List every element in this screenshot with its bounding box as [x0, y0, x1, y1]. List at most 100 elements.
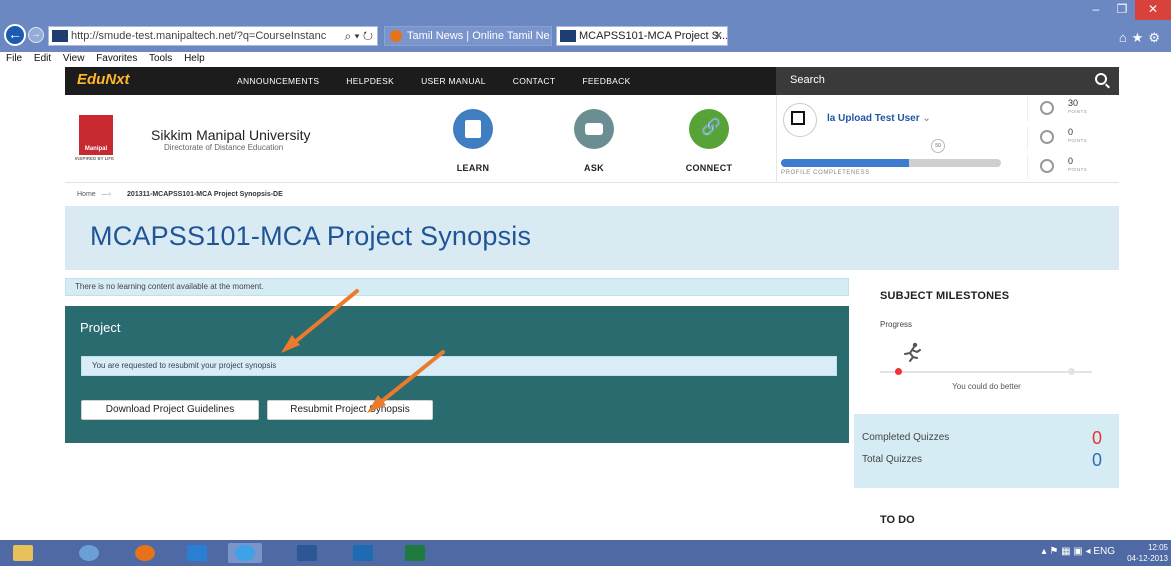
menu-tools[interactable]: Tools — [149, 53, 172, 64]
site-navbar: EduNxt ANNOUNCEMENTS HELPDESK USER MANUA… — [65, 67, 1119, 95]
runner-icon — [904, 342, 921, 362]
points-icon — [1040, 159, 1054, 173]
milestone-marker — [895, 368, 902, 375]
progress-label: Progress — [880, 320, 913, 329]
milestone-track — [880, 371, 1092, 373]
user-panel: la Upload Test User ⌄ 50 PROFILE COMPLET… — [776, 95, 1119, 183]
internet-explorer-icon[interactable] — [228, 543, 262, 563]
tab-project-synopsis[interactable]: MCAPSS101-MCA Project S... ✕ — [556, 26, 728, 46]
quiz-summary: Completed Quizzes 0 Total Quizzes 0 — [854, 414, 1119, 488]
nav-announcements[interactable]: ANNOUNCEMENTS — [237, 67, 319, 95]
total-quizzes-label: Total Quizzes — [862, 454, 923, 465]
file-explorer-icon[interactable] — [6, 543, 40, 563]
page-title: MCAPSS101-MCA Project Synopsis — [90, 221, 532, 251]
tab-tamil-news[interactable]: Tamil News | Online Tamil Ne... — [384, 26, 552, 46]
ask-icon — [574, 109, 614, 149]
milestone-end-marker — [1068, 368, 1075, 375]
page-title-banner: MCAPSS101-MCA Project Synopsis — [65, 206, 1119, 270]
completed-quizzes-count: 0 — [1091, 428, 1102, 448]
info-notice: There is no learning content available a… — [65, 278, 849, 296]
screen: ← → http://smude-test.manipaltech.net/?q… — [0, 0, 1171, 566]
restore-button[interactable]: ❐ — [1109, 0, 1135, 20]
university-logo[interactable]: Manipal — [79, 115, 113, 155]
profile-progress-bar — [781, 159, 1001, 167]
menu-bar: File Edit View Favorites Tools Help — [0, 52, 1171, 66]
connect-icon: 🔗 — [689, 109, 729, 149]
project-panel: Project You are requested to resubmit yo… — [65, 306, 849, 443]
firefox-icon[interactable] — [128, 543, 162, 563]
download-guidelines-button[interactable]: Download Project Guidelines — [81, 400, 259, 420]
lync-icon[interactable] — [180, 543, 214, 563]
address-bar[interactable]: http://smude-test.manipaltech.net/?q=Cou… — [48, 26, 378, 46]
profile-completeness-label: PROFILE COMPLETENESS — [781, 170, 870, 176]
profile-progress-fill — [781, 159, 909, 167]
paint-icon[interactable] — [72, 543, 106, 563]
avatar[interactable] — [783, 103, 817, 137]
outlook-icon[interactable] — [346, 543, 380, 563]
logo-tagline: INSPIRED BY LIFE — [75, 156, 115, 161]
menu-view[interactable]: View — [63, 53, 85, 64]
chevron-down-icon[interactable]: ⌄ — [922, 113, 930, 124]
back-button[interactable]: ← — [4, 24, 26, 46]
search-icon[interactable] — [1095, 73, 1107, 85]
breadcrumb: Home —› 201311-MCAPSS101-MCA Project Synop… — [77, 191, 283, 198]
site-nav-links: ANNOUNCEMENTS HELPDESK USER MANUAL CONTA… — [237, 67, 658, 95]
learn-button[interactable]: LEARN — [433, 109, 513, 173]
minimize-button[interactable]: – — [1083, 0, 1109, 20]
window-controls: – ❐ ✕ — [1083, 0, 1171, 20]
points-label: POINTS — [1068, 138, 1088, 143]
progress-status: You could do better — [952, 382, 1021, 391]
excel-icon[interactable] — [398, 543, 432, 563]
word-icon[interactable] — [290, 543, 324, 563]
close-window-button[interactable]: ✕ — [1135, 0, 1171, 20]
browser-tool-icons[interactable]: ⌂★⚙ — [1119, 30, 1165, 46]
tab-label: MCAPSS101-MCA Project S... — [579, 30, 728, 42]
ask-label: ASK — [584, 163, 604, 173]
browser-titlebar: ← → http://smude-test.manipaltech.net/?q… — [0, 0, 1171, 52]
points-value: 0 — [1068, 156, 1074, 166]
points-badge-1: 30 POINTS — [1027, 97, 1117, 121]
windows-taskbar: ▴ ⚑ ▦ ▣ ◂ ENG 12:05 04-12-2013 — [0, 540, 1171, 566]
site-search[interactable]: Search — [776, 67, 1119, 95]
tab-close-icon[interactable]: ✕ — [714, 27, 723, 45]
user-name[interactable]: la Upload Test User ⌄ — [827, 113, 931, 124]
project-heading: Project — [80, 320, 121, 335]
nav-user-manual[interactable]: USER MANUAL — [421, 67, 486, 95]
forward-button[interactable]: → — [28, 27, 44, 43]
breadcrumb-arrow-icon: —› — [101, 191, 112, 198]
clock[interactable]: 12:05 04-12-2013 — [1127, 542, 1168, 564]
connect-button[interactable]: 🔗 CONNECT — [669, 109, 749, 173]
menu-favorites[interactable]: Favorites — [96, 53, 137, 64]
clock-date: 04-12-2013 — [1127, 554, 1168, 563]
search-label: Search — [790, 74, 825, 86]
points-label: POINTS — [1068, 167, 1088, 172]
system-tray[interactable]: ▴ ⚑ ▦ ▣ ◂ ENG — [1042, 546, 1115, 557]
connect-label: CONNECT — [685, 163, 733, 173]
tab-favicon-icon — [390, 30, 402, 42]
resubmit-synopsis-button[interactable]: Resubmit Project Synopsis — [267, 400, 433, 420]
address-url: http://smude-test.manipaltech.net/?q=Cou… — [71, 30, 327, 42]
completeness-bubble: 50 — [931, 139, 945, 153]
site-header: Manipal INSPIRED BY LIFE Sikkim Manipal … — [65, 95, 1119, 183]
ask-button[interactable]: ASK — [554, 109, 634, 173]
learn-label: LEARN — [456, 163, 490, 173]
search-refresh-icon[interactable]: ⌕ ▾ ↻ — [344, 27, 373, 45]
brand-logo[interactable]: EduNxt — [77, 71, 130, 88]
menu-help[interactable]: Help — [184, 53, 205, 64]
breadcrumb-home[interactable]: Home — [77, 191, 96, 198]
points-value: 0 — [1068, 127, 1074, 137]
points-label: POINTS — [1068, 109, 1088, 114]
nav-feedback[interactable]: FEEDBACK — [582, 67, 630, 95]
menu-edit[interactable]: Edit — [34, 53, 51, 64]
nav-helpdesk[interactable]: HELPDESK — [346, 67, 394, 95]
resubmit-message: You are requested to resubmit your proje… — [81, 356, 837, 376]
points-icon — [1040, 101, 1054, 115]
menu-file[interactable]: File — [6, 53, 22, 64]
completed-quizzes-label: Completed Quizzes — [862, 432, 950, 443]
directorate-name: Directorate of Distance Education — [164, 143, 284, 152]
clock-time: 12:05 — [1147, 543, 1168, 552]
todo-title: TO DO — [880, 514, 915, 526]
total-quizzes-count: 0 — [1091, 450, 1102, 470]
nav-contact[interactable]: CONTACT — [513, 67, 556, 95]
language-indicator[interactable]: ENG — [1093, 546, 1115, 557]
